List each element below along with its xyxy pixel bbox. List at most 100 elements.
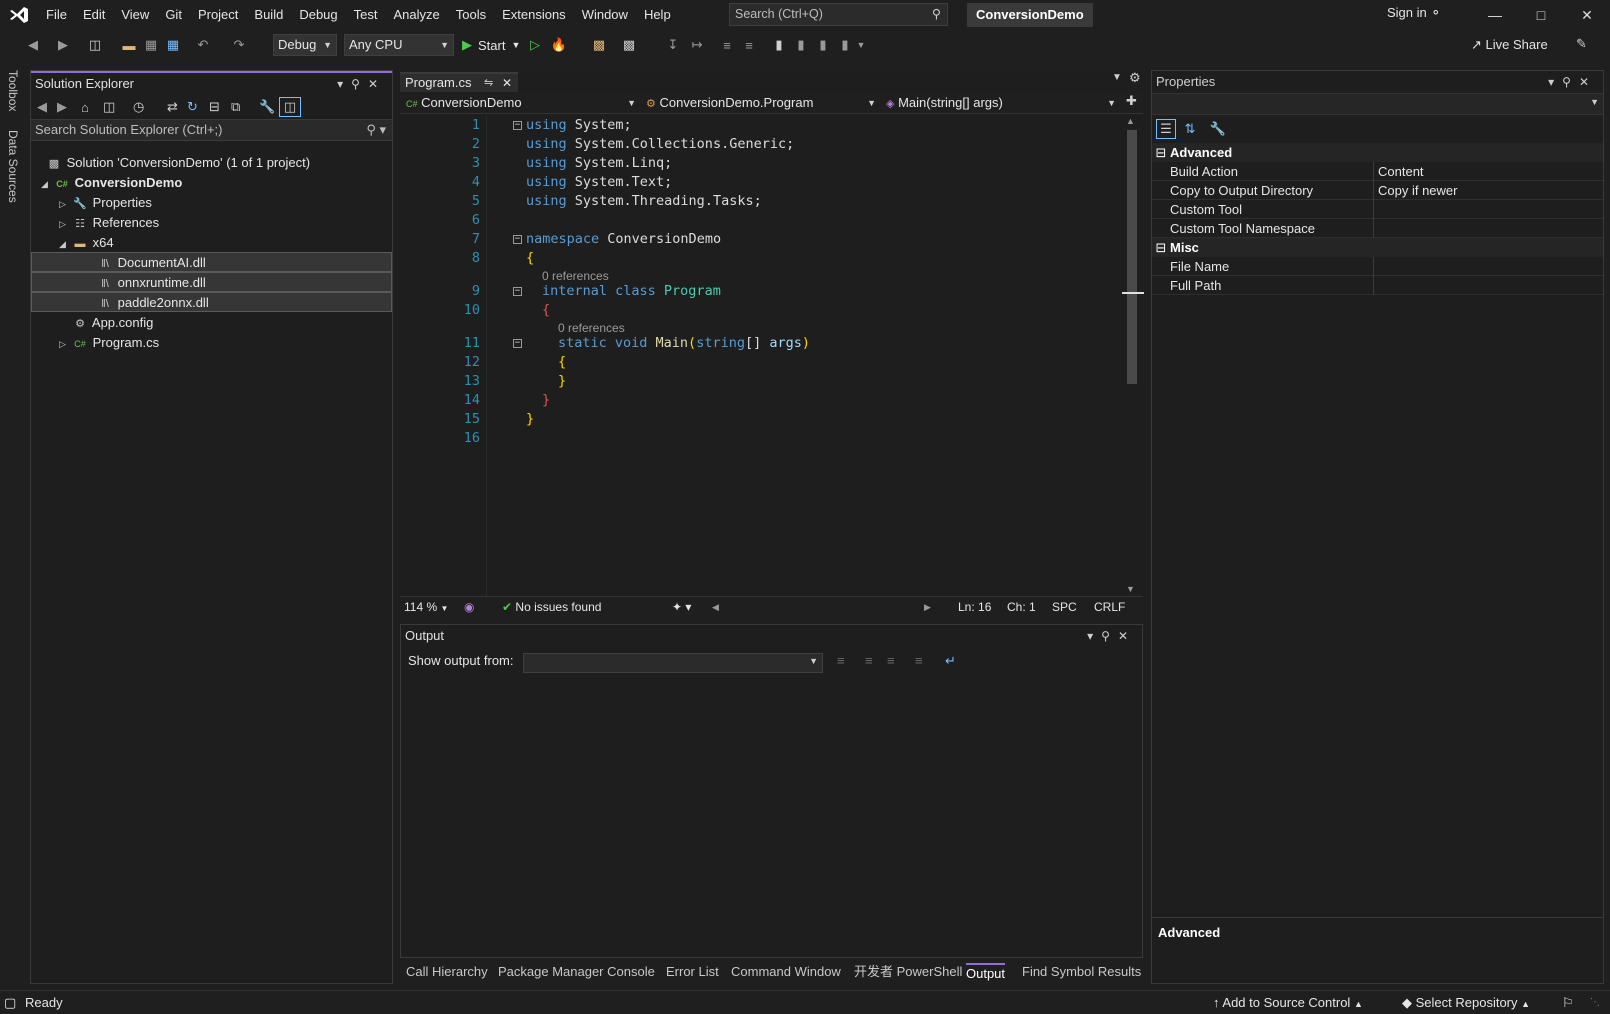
tab-command-window[interactable]: Command Window	[731, 963, 841, 981]
property-row-full-path[interactable]: Full Path	[1152, 276, 1603, 295]
property-value[interactable]: Content	[1373, 162, 1424, 181]
close-icon[interactable]: ✕	[1579, 75, 1597, 89]
menu-build[interactable]: Build	[246, 0, 291, 30]
property-row-custom-tool-namespace[interactable]: Custom Tool Namespace	[1152, 219, 1603, 238]
menu-help[interactable]: Help	[636, 0, 679, 30]
solution-configuration-dropdown[interactable]: Debug ▼	[273, 34, 337, 56]
next-bookmark-icon[interactable]: ▮	[814, 35, 832, 55]
select-repository-button[interactable]: ◆ Select Repository ▲	[1402, 995, 1530, 1012]
browser-link-icon[interactable]: ▩	[620, 35, 638, 55]
expanded-arrow-icon[interactable]: ◢	[59, 234, 71, 254]
minimize-button[interactable]: —	[1472, 0, 1518, 30]
collapsed-arrow-icon[interactable]: ▷	[59, 194, 71, 214]
live-share-button[interactable]: ↗ Live Share	[1471, 37, 1548, 53]
close-window-button[interactable]: ✕	[1564, 0, 1610, 30]
output-source-dropdown[interactable]: ▼	[523, 653, 823, 673]
close-icon[interactable]: ✕	[368, 77, 386, 91]
property-value[interactable]	[1373, 200, 1378, 219]
tab-error-list[interactable]: Error List	[666, 963, 719, 981]
save-icon[interactable]: ▦	[142, 35, 160, 55]
resize-grip-icon[interactable]: ⋱	[1590, 995, 1600, 1011]
tab-developer-powershell[interactable]: 开发者 PowerShell	[854, 963, 962, 981]
menu-view[interactable]: View	[113, 0, 157, 30]
tree-item-properties[interactable]: ▷ 🔧 Properties	[59, 193, 391, 213]
scroll-right-icon[interactable]: ▶	[924, 599, 931, 615]
property-value[interactable]: Copy if newer	[1373, 181, 1457, 200]
chevron-down-icon[interactable]: ▾	[1548, 75, 1562, 89]
previous-bookmark-icon[interactable]: ▮	[792, 35, 810, 55]
category-misc[interactable]: ⊟ Misc	[1152, 238, 1603, 257]
hot-reload-icon[interactable]: 🔥	[550, 35, 568, 55]
collapse-region-icon[interactable]: −	[513, 235, 522, 244]
tab-find-symbol-results[interactable]: Find Symbol Results	[1022, 963, 1141, 981]
tab-program-cs[interactable]: Program.cs ⇋ ✕	[400, 72, 518, 92]
chevron-down-icon[interactable]: ▾	[1087, 629, 1101, 643]
feedback-icon[interactable]: ✎	[1576, 36, 1587, 52]
scroll-down-icon[interactable]: ▼	[1126, 584, 1135, 594]
property-row-copy-to-output[interactable]: Copy to Output Directory Copy if newer	[1152, 181, 1603, 200]
property-pages-icon[interactable]: 🔧	[1208, 119, 1228, 139]
collapse-all-icon[interactable]: ⊟	[209, 97, 220, 117]
menu-file[interactable]: File	[38, 0, 75, 30]
switch-views-icon[interactable]: ◫	[103, 97, 115, 117]
property-value[interactable]	[1373, 276, 1378, 295]
collapse-region-icon[interactable]: −	[513, 287, 522, 296]
new-project-icon[interactable]: ◫	[86, 35, 104, 55]
comment-icon[interactable]: ≡	[718, 35, 736, 55]
project-dropdown[interactable]: C# ConversionDemo ▼	[406, 94, 638, 112]
tab-call-hierarchy[interactable]: Call Hierarchy	[406, 963, 488, 981]
split-editor-icon[interactable]: ✚	[1126, 93, 1137, 109]
visual-studio-logo-icon[interactable]	[0, 0, 38, 30]
pin-icon[interactable]: ⇋	[484, 74, 493, 92]
code-text-area[interactable]: 1 2 3 4 5 6 7 8 9 10 11 12 13 14 15 16 −…	[400, 116, 1120, 596]
clear-all-icon[interactable]: ≡	[915, 653, 923, 668]
menu-test[interactable]: Test	[346, 0, 386, 30]
menu-edit[interactable]: Edit	[75, 0, 113, 30]
data-sources-tab[interactable]: Data Sources	[6, 130, 20, 203]
start-without-debugging-icon[interactable]: ▷	[526, 35, 544, 55]
scroll-left-icon[interactable]: ◀	[712, 599, 719, 615]
tab-list-dropdown-icon[interactable]: ▼	[1112, 72, 1122, 83]
property-row-build-action[interactable]: Build Action Content	[1152, 162, 1603, 181]
menu-analyze[interactable]: Analyze	[385, 0, 447, 30]
categorized-icon[interactable]: ☰	[1156, 119, 1176, 139]
collapsed-arrow-icon[interactable]: ▷	[59, 214, 71, 234]
add-to-source-control-button[interactable]: ↑ Add to Source Control ▲	[1213, 995, 1363, 1012]
solution-platform-dropdown[interactable]: Any CPU ▼	[344, 34, 454, 56]
tree-item-app-config[interactable]: ⚙ App.config	[59, 313, 391, 333]
find-message-icon[interactable]: ≡	[837, 653, 845, 668]
object-selector-dropdown[interactable]: ▼	[1152, 93, 1603, 115]
scrollbar-thumb[interactable]	[1127, 130, 1137, 384]
pin-icon[interactable]: ⚲	[1101, 629, 1118, 643]
toolbar-overflow-icon[interactable]: ▼	[856, 35, 866, 55]
close-icon[interactable]: ✕	[1118, 629, 1136, 643]
line-ending-indicator[interactable]: CRLF	[1094, 599, 1125, 615]
maximize-button[interactable]: □	[1518, 0, 1564, 30]
redo-icon[interactable]: ↷	[230, 35, 248, 55]
collapsed-arrow-icon[interactable]: ▷	[59, 334, 71, 354]
scroll-up-icon[interactable]: ▲	[1126, 116, 1135, 126]
step-over-icon[interactable]: ↦	[688, 35, 706, 55]
description-divider[interactable]	[1152, 917, 1603, 918]
column-indicator[interactable]: Ch: 1	[1007, 599, 1036, 615]
refresh-icon[interactable]: ↻	[187, 97, 198, 117]
expanded-arrow-icon[interactable]: ◢	[41, 174, 53, 194]
copilot-icon[interactable]: ◉	[464, 599, 474, 615]
pin-icon[interactable]: ⚲	[351, 77, 368, 91]
issues-indicator[interactable]: ✔ No issues found	[502, 599, 601, 615]
class-dropdown[interactable]: ⚙ ConversionDemo.Program ▼	[646, 94, 878, 112]
vertical-scrollbar[interactable]: ▲ ▼	[1122, 116, 1144, 596]
tree-item-project[interactable]: ◢ C# ConversionDemo	[41, 173, 391, 193]
word-wrap-icon[interactable]: ↵	[945, 653, 956, 669]
home-icon[interactable]: ⌂	[81, 97, 89, 117]
solution-search-input[interactable]: Search Solution Explorer (Ctrl+;) ⚲ ▾	[31, 119, 392, 141]
menu-window[interactable]: Window	[574, 0, 636, 30]
line-indicator[interactable]: Ln: 16	[958, 599, 991, 615]
menu-git[interactable]: Git	[157, 0, 190, 30]
navigate-forward-icon[interactable]: ▶	[54, 35, 72, 55]
tree-item-solution[interactable]: ▩ Solution 'ConversionDemo' (1 of 1 proj…	[33, 153, 391, 173]
previous-message-icon[interactable]: ≡	[865, 653, 873, 668]
open-file-icon[interactable]: ▬	[120, 35, 138, 55]
tree-item-references[interactable]: ▷ ☷ References	[59, 213, 391, 233]
menu-debug[interactable]: Debug	[291, 0, 345, 30]
